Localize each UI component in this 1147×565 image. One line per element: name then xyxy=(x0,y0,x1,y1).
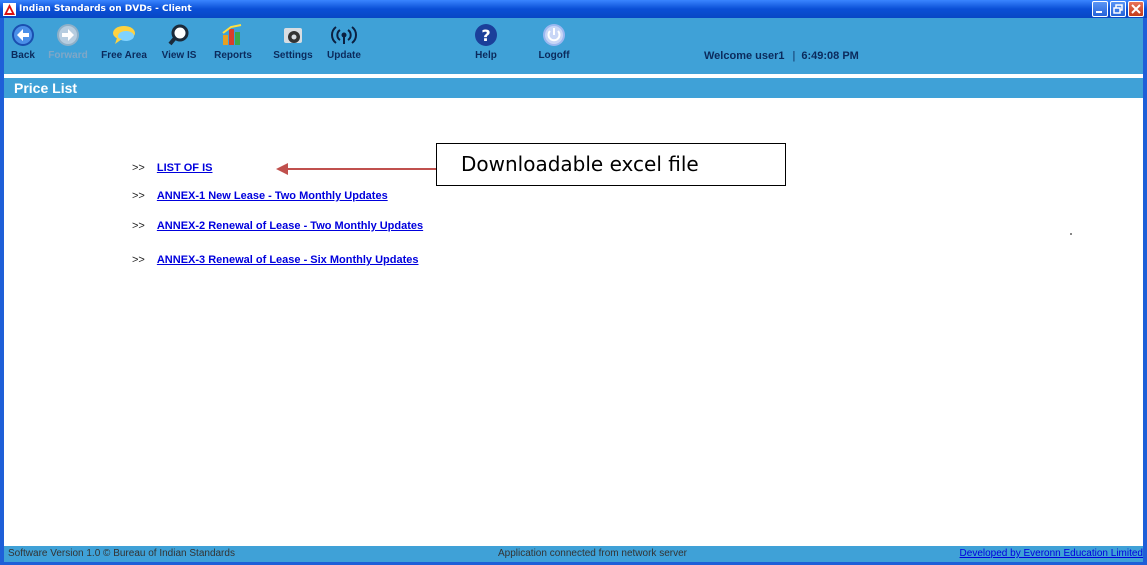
bullet: >> xyxy=(132,254,145,266)
list-item: >> ANNEX-3 Renewal of Lease - Six Monthly… xyxy=(132,254,418,266)
forward-button[interactable]: Forward xyxy=(42,18,94,74)
separator: | xyxy=(792,50,796,62)
clock-time: 6:49:08 PM xyxy=(801,50,859,62)
annotation-callout: Downloadable excel file xyxy=(436,143,786,186)
wireless-icon xyxy=(331,22,357,48)
developer-link[interactable]: Developed by Everonn Education Limited xyxy=(960,546,1143,562)
version-text: Software Version 1.0 © Bureau of Indian … xyxy=(8,548,235,559)
window-title: Indian Standards on DVDs - Client xyxy=(19,4,192,14)
free-area-button[interactable]: Free Area xyxy=(97,18,151,74)
list-of-is-link[interactable]: LIST OF IS xyxy=(157,162,213,174)
bar-chart-icon xyxy=(220,22,246,48)
forward-arrow-icon xyxy=(55,22,81,48)
power-icon xyxy=(541,22,567,48)
update-button[interactable]: Update xyxy=(324,18,364,74)
close-button[interactable] xyxy=(1128,1,1144,17)
list-item: >> ANNEX-1 New Lease - Two Monthly Update… xyxy=(132,190,388,202)
bullet: >> xyxy=(132,190,145,202)
gear-icon xyxy=(280,22,306,48)
restore-button[interactable] xyxy=(1110,1,1126,17)
list-item: >> ANNEX-2 Renewal of Lease - Two Monthly… xyxy=(132,220,423,232)
annex-2-link[interactable]: ANNEX-2 Renewal of Lease - Two Monthly U… xyxy=(157,220,423,232)
stray-dot xyxy=(1070,233,1072,235)
back-button[interactable]: Back xyxy=(6,18,40,74)
svg-text:?: ? xyxy=(481,26,490,45)
reports-button[interactable]: Reports xyxy=(208,18,258,74)
app-logo-icon xyxy=(3,2,16,16)
chat-bubble-icon xyxy=(111,22,137,48)
bullet: >> xyxy=(132,162,145,174)
welcome-text: Welcome xyxy=(704,50,753,62)
page-title: Price List xyxy=(4,78,1143,98)
connection-status: Application connected from network serve… xyxy=(498,548,687,559)
app-window: Indian Standards on DVDs - Client Back F… xyxy=(0,0,1147,565)
settings-button[interactable]: Settings xyxy=(266,18,320,74)
annex-3-link[interactable]: ANNEX-3 Renewal of Lease - Six Monthly U… xyxy=(157,254,419,266)
logoff-button[interactable]: Logoff xyxy=(532,18,576,74)
username: user1 xyxy=(755,50,785,62)
back-arrow-icon xyxy=(10,22,36,48)
annex-1-link[interactable]: ANNEX-1 New Lease - Two Monthly Updates xyxy=(157,190,388,202)
welcome-status: Welcome user1 | 6:49:08 PM xyxy=(704,50,859,62)
magnifier-icon xyxy=(166,22,192,48)
annotation-arrow xyxy=(276,163,440,175)
minimize-button[interactable] xyxy=(1092,1,1108,17)
view-is-button[interactable]: View IS xyxy=(157,18,201,74)
bullet: >> xyxy=(132,220,145,232)
title-bar[interactable]: Indian Standards on DVDs - Client xyxy=(0,0,1147,18)
toolbar: Back Forward Free Area View IS Reports S… xyxy=(4,18,1143,74)
status-bar: Software Version 1.0 © Bureau of Indian … xyxy=(4,546,1143,562)
list-item: >> LIST OF IS xyxy=(132,162,212,174)
help-button[interactable]: ? Help xyxy=(468,18,504,74)
help-icon: ? xyxy=(473,22,499,48)
